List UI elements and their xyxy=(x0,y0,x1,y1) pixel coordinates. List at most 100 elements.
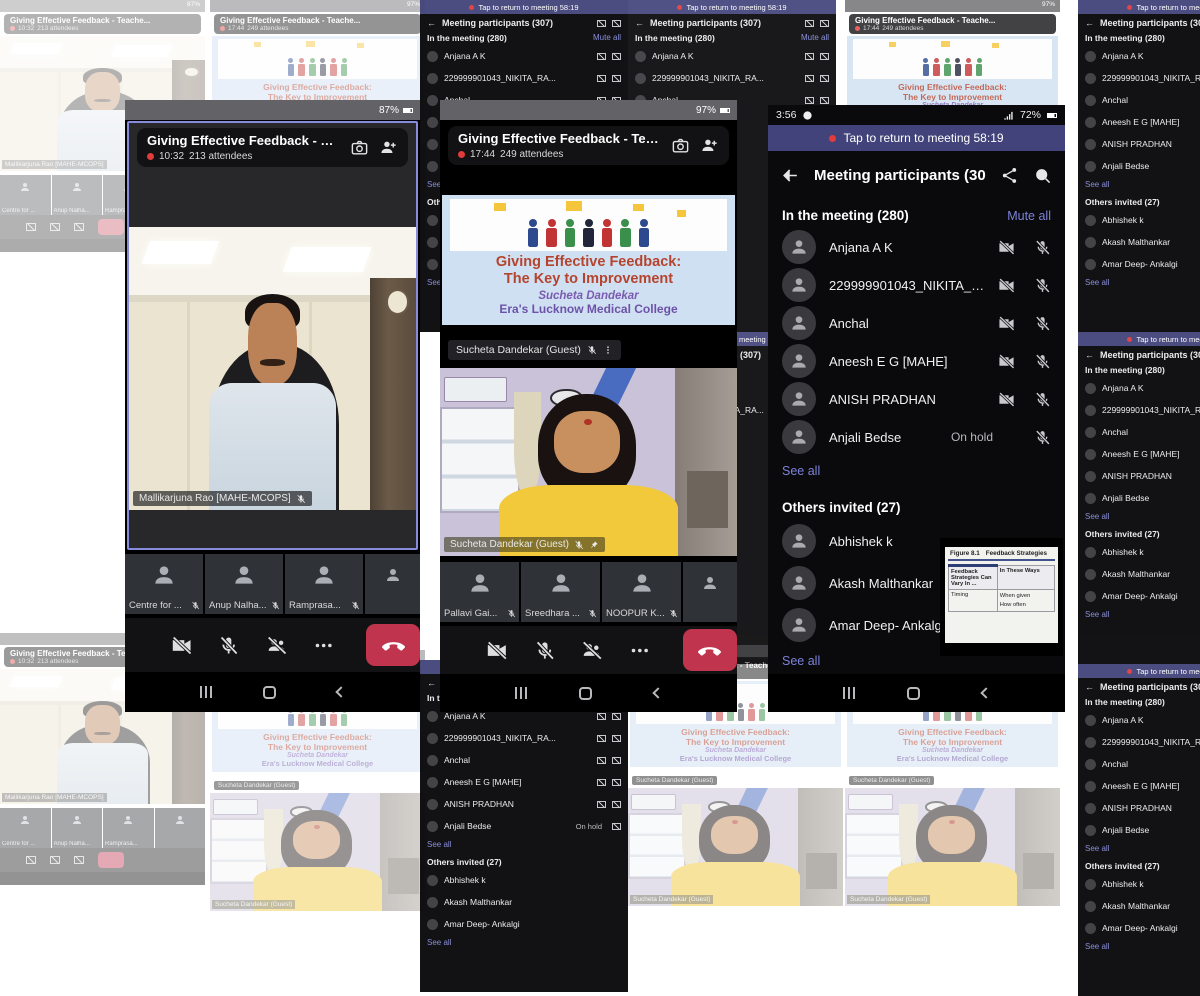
recents-button[interactable] xyxy=(200,686,202,698)
bg-cam-off-icon xyxy=(597,735,606,742)
bg-avatar xyxy=(1085,95,1096,106)
mic-off-icon xyxy=(1034,315,1051,332)
mute-all-link[interactable]: Mute all xyxy=(1007,209,1051,223)
bg-recording-dot xyxy=(677,5,682,10)
back-arrow-icon[interactable] xyxy=(781,166,800,185)
shelf-dark xyxy=(687,471,729,527)
person-icon xyxy=(467,570,493,596)
person-icon xyxy=(231,562,257,588)
bg-slide-heading2: The Key to Improvement xyxy=(849,92,1056,102)
bg-participant-name: ANISH PRADHAN xyxy=(1102,139,1200,149)
bg-meeting-sub: 17:44249 attendees xyxy=(220,25,415,32)
man-face xyxy=(248,303,297,385)
participant-tile[interactable]: Centre for ... xyxy=(125,554,203,614)
bg-participants-title: Meeting participants (307) xyxy=(1100,682,1200,692)
shared-slide[interactable]: Giving Effective Feedback: The Key to Im… xyxy=(442,195,735,325)
bg-tile-name: Anup Nalha... xyxy=(54,208,90,214)
on-hold-status: On hold xyxy=(951,430,993,444)
table-row-values: When givenHow often xyxy=(997,590,1054,612)
more-options-button[interactable] xyxy=(313,634,334,657)
recents-button[interactable] xyxy=(843,687,845,699)
switch-camera-icon[interactable] xyxy=(671,136,690,155)
bg-tile-participants: Tap to return to meeting 58:19 ←Meeting … xyxy=(1078,332,1200,664)
return-to-meeting-banner[interactable]: Tap to return to meeting 58:19 xyxy=(768,125,1065,151)
bg-in-meeting-row: In the meeting (280)Mute all xyxy=(420,30,628,45)
bg-participant-name: Anchal xyxy=(444,755,591,765)
search-icon[interactable] xyxy=(1033,166,1052,185)
bg-slide-author: Sucheta Dandekar xyxy=(849,747,1056,754)
back-button[interactable] xyxy=(336,686,347,697)
bg-participant-name: ANISH PRADHAN xyxy=(1102,471,1200,481)
share-icon[interactable] xyxy=(1000,166,1019,185)
participant-row[interactable]: Anchal xyxy=(768,304,1065,342)
camera-off-button[interactable] xyxy=(486,639,508,662)
participant-tile[interactable]: Anup Nalha... xyxy=(205,554,283,614)
bg-hangup-button xyxy=(98,852,124,868)
bg-participant-tile: Centre for ... xyxy=(0,175,51,215)
bg-slide-heading2: The Key to Improvement xyxy=(632,737,839,747)
avatar xyxy=(782,608,816,642)
bg-participant-name: ANISH PRADHAN xyxy=(444,799,591,809)
home-button[interactable] xyxy=(907,687,920,700)
see-all-link[interactable]: See all xyxy=(768,456,1065,486)
bg-attendee-count: 213 attendees xyxy=(37,658,78,665)
avatar xyxy=(782,230,816,264)
screen-share-pip-thumbnail[interactable]: Figure 8.1Feedback Strategies Feedback S… xyxy=(940,538,1063,656)
participant-tile[interactable]: Ramprasa... xyxy=(285,554,363,614)
bg-participant-row: ANISH PRADHAN xyxy=(1078,465,1200,487)
bg-avatar xyxy=(1085,803,1096,814)
home-button[interactable] xyxy=(579,687,592,700)
bg-cam-off-icon xyxy=(805,75,814,82)
mic-off-button[interactable] xyxy=(534,639,556,662)
bg-avatar xyxy=(427,51,438,62)
participant-row[interactable]: ANISH PRADHAN xyxy=(768,380,1065,418)
switch-camera-icon[interactable] xyxy=(350,138,369,157)
attendees-off-button[interactable] xyxy=(266,634,287,657)
participant-row[interactable]: Aneesh E G [MAHE] xyxy=(768,342,1065,380)
participant-tile[interactable]: NOOPUR K... xyxy=(602,562,681,622)
row-icons xyxy=(1034,429,1051,446)
attendees-off-button[interactable] xyxy=(581,639,603,662)
tile-name: Pallavi Gai... xyxy=(444,608,497,619)
bg-participants-header: ←Meeting participants (307) xyxy=(1078,346,1200,362)
in-meeting-title: In the meeting (280) xyxy=(782,208,909,223)
bg-participant-row: Anjali BedseOn hold xyxy=(1078,487,1200,509)
bg-tile-name: Centre for ... xyxy=(2,208,35,214)
hang-up-button[interactable] xyxy=(683,629,738,671)
home-button[interactable] xyxy=(263,686,276,699)
more-options-button[interactable] xyxy=(629,639,651,662)
participant-tile[interactable] xyxy=(683,562,737,622)
participant-row[interactable]: 229999901043_NIKITA_RA... xyxy=(768,266,1065,304)
add-participant-icon[interactable] xyxy=(379,138,398,157)
participant-name: Aneesh E G [MAHE] xyxy=(829,354,985,369)
bg-recording-dot xyxy=(10,659,15,664)
presenter-video[interactable]: Sucheta Dandekar (Guest) xyxy=(440,368,737,556)
participant-tile[interactable]: Pallavi Gai... xyxy=(440,562,519,622)
mic-off-icon xyxy=(1034,391,1051,408)
back-button[interactable] xyxy=(980,687,991,698)
bg-banner-text: Tap to return to meeting 58:19 xyxy=(686,3,786,12)
person-icon xyxy=(789,615,809,635)
meeting-stage[interactable]: Giving Effective Feedback - Teache... 10… xyxy=(127,121,418,550)
pinned-presenter-chip[interactable]: Sucheta Dandekar (Guest) xyxy=(448,340,621,360)
bg-recording-dot xyxy=(855,26,860,31)
back-button[interactable] xyxy=(652,687,663,698)
bg-return-banner: Tap to return to meeting 58:19 xyxy=(1078,664,1200,678)
camera-off-button[interactable] xyxy=(171,634,192,657)
bg-see-all: See all xyxy=(1078,607,1200,622)
add-participant-icon[interactable] xyxy=(700,136,719,155)
mic-off-button[interactable] xyxy=(218,634,239,657)
bg-mic-off-icon xyxy=(612,735,621,742)
bg-avatar xyxy=(1085,471,1096,482)
participant-row[interactable]: Anjana A K xyxy=(768,228,1065,266)
bg-participant-name: Aneesh E G [MAHE] xyxy=(1102,117,1200,127)
bg-search-icon xyxy=(820,20,829,27)
participant-tile[interactable] xyxy=(365,554,420,614)
bg-search-icon xyxy=(612,20,621,27)
more-vertical-icon[interactable] xyxy=(603,345,613,355)
hang-up-button[interactable] xyxy=(366,624,420,666)
speaker-video[interactable]: Mallikarjuna Rao [MAHE-MCOPS] xyxy=(129,227,416,510)
participant-tile[interactable]: Sreedhara ... xyxy=(521,562,600,622)
participant-row[interactable]: Anjali BedseOn hold xyxy=(768,418,1065,456)
recents-button[interactable] xyxy=(515,687,517,699)
